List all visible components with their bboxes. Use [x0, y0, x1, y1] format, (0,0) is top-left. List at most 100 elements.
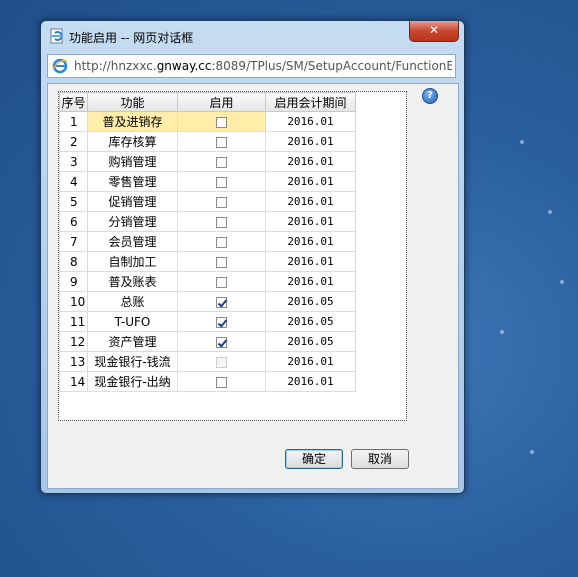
desktop-sparkle: [500, 330, 504, 334]
ok-button[interactable]: 确定: [285, 449, 343, 469]
row-period[interactable]: 2016.05: [265, 291, 356, 312]
row-enable-cell: [177, 291, 266, 312]
enable-checkbox[interactable]: [216, 316, 227, 328]
desktop-sparkle: [530, 450, 534, 454]
table-header-row: 序号 功能 启用 启用会计期间: [59, 92, 356, 112]
row-enable-cell: [177, 191, 266, 212]
row-function: 现金银行-出纳: [87, 371, 178, 392]
function-grid: 序号 功能 启用 启用会计期间 1 普及进销存 2016.01 2 库存核算 2016.0…: [58, 91, 407, 421]
row-function: 库存核算: [87, 131, 178, 152]
table-row[interactable]: 8 自制加工 2016.01: [59, 251, 356, 272]
row-enable-cell: [177, 251, 266, 272]
table-row[interactable]: 7 会员管理 2016.01: [59, 231, 356, 252]
enable-checkbox[interactable]: [216, 276, 227, 288]
enable-checkbox[interactable]: [216, 156, 227, 168]
close-icon: ✕: [428, 23, 440, 37]
enable-checkbox: [216, 356, 227, 368]
dialog-title: 功能启用 -- 网页对话框: [69, 31, 194, 45]
row-seq: 4: [59, 171, 88, 192]
table-row[interactable]: 1 普及进销存 2016.01: [59, 111, 356, 132]
enable-checkbox[interactable]: [216, 336, 227, 348]
function-table: 序号 功能 启用 启用会计期间 1 普及进销存 2016.01 2 库存核算 2016.0…: [59, 92, 356, 392]
row-period[interactable]: 2016.01: [265, 131, 356, 152]
row-period[interactable]: 2016.01: [265, 211, 356, 232]
url-prefix: http://hnzxxc.: [74, 59, 157, 73]
row-function: 资产管理: [87, 331, 178, 352]
row-seq: 12: [59, 331, 88, 352]
row-period[interactable]: 2016.05: [265, 331, 356, 352]
enable-checkbox[interactable]: [216, 216, 227, 228]
header-seq[interactable]: 序号: [59, 92, 88, 112]
table-row[interactable]: 2 库存核算 2016.01: [59, 131, 356, 152]
row-enable-cell: [177, 111, 266, 132]
row-enable-cell: [177, 211, 266, 232]
row-seq: 6: [59, 211, 88, 232]
row-enable-cell: [177, 131, 266, 152]
row-function: 分销管理: [87, 211, 178, 232]
row-seq: 9: [59, 271, 88, 292]
table-row[interactable]: 14 现金银行-出纳 2016.01: [59, 371, 356, 392]
row-period[interactable]: 2016.01: [265, 271, 356, 292]
ie-page-icon: [50, 28, 63, 44]
row-enable-cell: [177, 271, 266, 292]
row-seq: 8: [59, 251, 88, 272]
row-period[interactable]: 2016.01: [265, 191, 356, 212]
table-row[interactable]: 13 现金银行-钱流 2016.01: [59, 351, 356, 372]
address-url: http://hnzxxc.gnway.cc:8089/TPlus/SM/Set…: [74, 59, 452, 73]
header-period[interactable]: 启用会计期间: [265, 92, 356, 112]
url-domain: gnway.cc: [156, 59, 212, 73]
enable-checkbox[interactable]: [216, 176, 227, 188]
enable-checkbox[interactable]: [216, 236, 227, 248]
row-seq: 7: [59, 231, 88, 252]
row-function: 零售管理: [87, 171, 178, 192]
title-bar[interactable]: 功能启用 -- 网页对话框 ✕: [41, 21, 464, 51]
dialog-window: 功能启用 -- 网页对话框 ✕ http://hnzxxc.gnway.cc:8…: [40, 20, 465, 494]
row-enable-cell: [177, 151, 266, 172]
table-row[interactable]: 3 购销管理 2016.01: [59, 151, 356, 172]
row-seq: 14: [59, 371, 88, 392]
row-function: 现金银行-钱流: [87, 351, 178, 372]
cancel-button[interactable]: 取消: [351, 449, 409, 469]
enable-checkbox[interactable]: [216, 196, 227, 208]
row-enable-cell: [177, 171, 266, 192]
row-period[interactable]: 2016.01: [265, 171, 356, 192]
row-period[interactable]: 2016.05: [265, 311, 356, 332]
address-bar: http://hnzxxc.gnway.cc:8089/TPlus/SM/Set…: [47, 54, 456, 78]
header-function[interactable]: 功能: [87, 92, 178, 112]
table-row[interactable]: 4 零售管理 2016.01: [59, 171, 356, 192]
enable-checkbox[interactable]: [216, 256, 227, 268]
row-period[interactable]: 2016.01: [265, 231, 356, 252]
row-enable-cell: [177, 371, 266, 392]
table-row[interactable]: 9 普及账表 2016.01: [59, 271, 356, 292]
table-row[interactable]: 6 分销管理 2016.01: [59, 211, 356, 232]
header-enable[interactable]: 启用: [177, 92, 266, 112]
table-row[interactable]: 11 T-UFO 2016.05: [59, 311, 356, 332]
row-seq: 10: [59, 291, 88, 312]
close-button[interactable]: ✕: [409, 21, 459, 42]
row-period[interactable]: 2016.01: [265, 351, 356, 372]
row-function: 会员管理: [87, 231, 178, 252]
row-period[interactable]: 2016.01: [265, 371, 356, 392]
row-period[interactable]: 2016.01: [265, 111, 356, 132]
enable-checkbox[interactable]: [216, 296, 227, 308]
help-icon[interactable]: ?: [422, 88, 438, 104]
table-row[interactable]: 5 促销管理 2016.01: [59, 191, 356, 212]
row-function: 自制加工: [87, 251, 178, 272]
row-function: T-UFO: [87, 311, 178, 332]
row-enable-cell: [177, 311, 266, 332]
enable-checkbox[interactable]: [216, 136, 227, 148]
table-row[interactable]: 10 总账 2016.05: [59, 291, 356, 312]
row-enable-cell: [177, 331, 266, 352]
desktop-sparkle: [520, 140, 524, 144]
row-period[interactable]: 2016.01: [265, 151, 356, 172]
row-function: 促销管理: [87, 191, 178, 212]
row-function: 购销管理: [87, 151, 178, 172]
row-function: 普及账表: [87, 271, 178, 292]
enable-checkbox[interactable]: [216, 376, 227, 388]
row-seq: 13: [59, 351, 88, 372]
url-path: :8089/TPlus/SM/SetupAccount/FunctionEna: [211, 59, 452, 73]
row-period[interactable]: 2016.01: [265, 251, 356, 272]
table-row[interactable]: 12 资产管理 2016.05: [59, 331, 356, 352]
enable-checkbox[interactable]: [216, 116, 227, 128]
row-function: 总账: [87, 291, 178, 312]
